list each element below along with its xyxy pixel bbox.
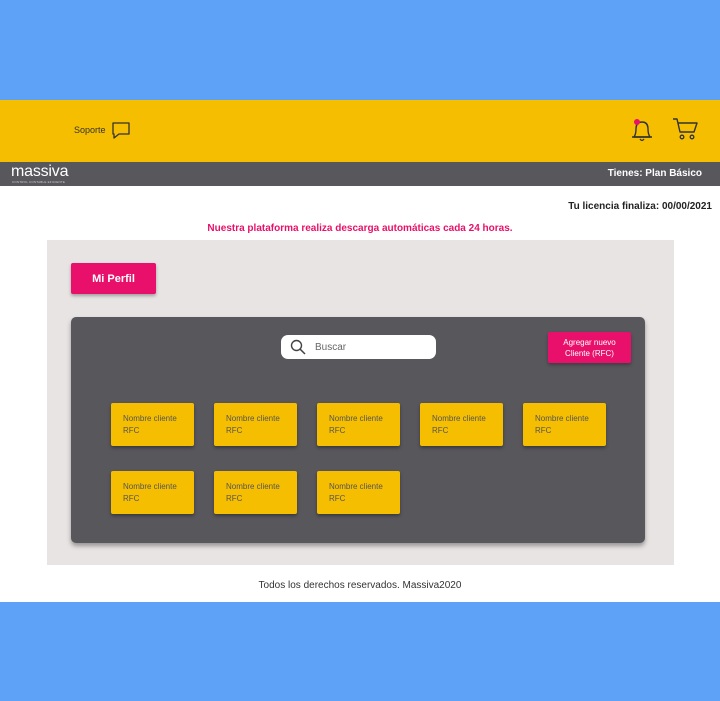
client-name: Nombre cliente	[432, 414, 486, 423]
client-name: Nombre cliente	[226, 482, 280, 491]
client-rfc: RFC	[226, 494, 243, 503]
cart-icon[interactable]	[671, 116, 699, 142]
client-name: Nombre cliente	[123, 414, 177, 423]
top-bar: Soporte	[0, 100, 720, 162]
client-name: Nombre cliente	[329, 414, 383, 423]
search-icon	[290, 339, 306, 355]
client-card[interactable]: Nombre cliente RFC	[111, 403, 194, 446]
massiva-logo: massiva	[11, 163, 69, 180]
client-rfc: RFC	[535, 426, 552, 435]
client-grid: Nombre cliente RFC Nombre cliente RFC No…	[111, 403, 631, 514]
client-card[interactable]: Nombre cliente RFC	[420, 403, 503, 446]
license-expiry: Tu licencia finaliza: 00/00/2021	[568, 201, 712, 212]
support-label: Soporte	[74, 125, 106, 135]
chat-bubble-icon	[111, 121, 130, 139]
client-rfc: RFC	[432, 426, 449, 435]
client-name: Nombre cliente	[535, 414, 589, 423]
notification-dot	[634, 119, 640, 125]
client-rfc: RFC	[329, 426, 346, 435]
profile-button[interactable]: Mi Perfil	[71, 263, 156, 294]
add-client-button[interactable]: Agregar nuevo Cliente (RFC)	[548, 332, 631, 363]
search-input[interactable]	[315, 341, 425, 353]
brand-bar: massiva CONTROL CONTABLE EFICIENTE Tiene…	[0, 162, 720, 186]
client-card[interactable]: Nombre cliente RFC	[317, 403, 400, 446]
client-card[interactable]: Nombre cliente RFC	[214, 403, 297, 446]
client-name: Nombre cliente	[123, 482, 177, 491]
plan-label: Tienes: Plan Básico	[607, 168, 702, 179]
client-rfc: RFC	[123, 494, 140, 503]
client-card[interactable]: Nombre cliente RFC	[523, 403, 606, 446]
clients-panel: Agregar nuevo Cliente (RFC) Nombre clien…	[71, 317, 645, 543]
main-panel: Mi Perfil Agregar nuevo Cliente (RFC) No…	[47, 240, 674, 565]
client-rfc: RFC	[123, 426, 140, 435]
app-page: Soporte massiva CONTROL CONTABLE EFICIEN…	[0, 100, 720, 602]
bell-icon[interactable]	[629, 116, 655, 144]
client-rfc: RFC	[226, 426, 243, 435]
download-notice: Nuestra plataforma realiza descarga auto…	[207, 223, 513, 234]
client-name: Nombre cliente	[226, 414, 280, 423]
client-card[interactable]: Nombre cliente RFC	[111, 471, 194, 514]
client-name: Nombre cliente	[329, 482, 383, 491]
client-card[interactable]: Nombre cliente RFC	[317, 471, 400, 514]
footer-copyright: Todos los derechos reservados. Massiva20…	[258, 580, 462, 591]
support-link[interactable]: Soporte	[74, 119, 131, 141]
search-box[interactable]	[281, 335, 436, 359]
client-card[interactable]: Nombre cliente RFC	[214, 471, 297, 514]
logo-tagline: CONTROL CONTABLE EFICIENTE	[12, 180, 66, 184]
client-rfc: RFC	[329, 494, 346, 503]
